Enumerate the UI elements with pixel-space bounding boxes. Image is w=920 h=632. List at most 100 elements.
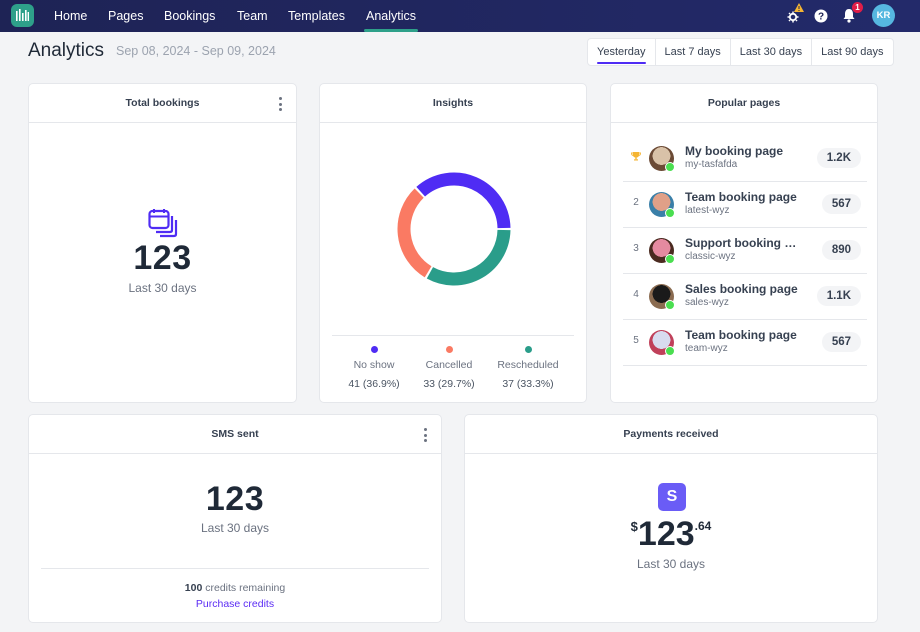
nav-analytics[interactable]: Analytics bbox=[364, 0, 419, 32]
legend-value: 33 (29.7%) bbox=[423, 378, 475, 390]
notifications-button[interactable]: 1 bbox=[842, 2, 863, 24]
legend-item-rescheduled: Rescheduled 37 (33.3%) bbox=[488, 346, 568, 390]
date-range: Sep 08, 2024 - Sep 09, 2024 bbox=[116, 44, 276, 58]
card-title: Payments received bbox=[623, 428, 719, 440]
card-title: Popular pages bbox=[707, 97, 781, 109]
currency-symbol: $ bbox=[630, 519, 638, 534]
page-slug: my-tasfafda bbox=[685, 159, 738, 170]
integrations-warning-button[interactable] bbox=[786, 3, 804, 24]
top-nav: Home Pages Bookings Team Templates Analy… bbox=[0, 0, 920, 32]
online-status-indicator bbox=[665, 208, 675, 218]
tab-last-90-days[interactable]: Last 90 days bbox=[812, 39, 892, 65]
card-header: Insights bbox=[320, 84, 586, 123]
legend-dot bbox=[524, 346, 532, 353]
legend-dot bbox=[445, 346, 453, 353]
card-title: SMS sent bbox=[211, 428, 259, 440]
user-avatar[interactable]: KR bbox=[872, 4, 895, 27]
rank-number: 5 bbox=[633, 335, 639, 346]
page-slug: sales-wyz bbox=[685, 297, 729, 308]
legend-value: 37 (33.3%) bbox=[502, 378, 554, 390]
total-bookings-value: 123 bbox=[133, 239, 192, 277]
page-view-count: 1.1K bbox=[816, 286, 861, 306]
page-slug: team-wyz bbox=[685, 343, 728, 354]
tab-last-30-days[interactable]: Last 30 days bbox=[731, 39, 813, 65]
online-status-indicator bbox=[665, 162, 675, 172]
amount-cents: .64 bbox=[694, 519, 712, 533]
online-status-indicator bbox=[665, 300, 675, 310]
help-button[interactable]: ? bbox=[814, 9, 830, 25]
page-name[interactable]: Support booking page bbox=[685, 236, 803, 250]
page-name[interactable]: My booking page bbox=[685, 144, 783, 158]
nav-home[interactable]: Home bbox=[54, 0, 87, 32]
card-title: Total bookings bbox=[125, 97, 200, 109]
more-options-button[interactable] bbox=[278, 97, 282, 111]
page-view-count: 567 bbox=[821, 332, 861, 352]
rank-number: 4 bbox=[633, 289, 639, 300]
date-range-tabs: Yesterday Last 7 days Last 30 days Last … bbox=[587, 38, 894, 66]
purchase-credits-link[interactable]: Purchase credits bbox=[29, 598, 441, 610]
credits-remaining: 100 credits remaining bbox=[29, 582, 441, 594]
page-name[interactable]: Team booking page bbox=[685, 328, 797, 342]
logo-icon bbox=[16, 9, 29, 21]
payments-received-card: Payments received S $123.64 Last 30 days bbox=[464, 414, 878, 623]
app-logo[interactable] bbox=[11, 4, 34, 27]
insights-card: Insights No show 41 (36.9%) Cancelled 33… bbox=[319, 83, 587, 403]
sms-sent-period: Last 30 days bbox=[200, 521, 270, 535]
popular-pages-card: Popular pages My booking page my-tasfafda… bbox=[610, 83, 878, 403]
donut-slice-cancelled bbox=[397, 188, 432, 278]
card-header: SMS sent bbox=[29, 415, 441, 454]
more-options-button[interactable] bbox=[423, 428, 427, 442]
credits-text: credits remaining bbox=[205, 582, 286, 594]
page-slug: latest-wyz bbox=[685, 205, 730, 216]
sms-sent-value: 123 bbox=[205, 480, 265, 518]
page-name[interactable]: Sales booking page bbox=[685, 282, 798, 296]
nav-bookings[interactable]: Bookings bbox=[164, 0, 215, 32]
popular-page-row[interactable]: 4 Sales booking page sales-wyz 1.1K bbox=[623, 274, 867, 320]
page-view-count: 1.2K bbox=[816, 148, 861, 168]
amount-whole: 123 bbox=[637, 515, 695, 553]
payments-period: Last 30 days bbox=[636, 557, 706, 571]
legend-dot bbox=[370, 346, 378, 353]
legend-item-no-show: No show 41 (36.9%) bbox=[334, 346, 414, 390]
page-name[interactable]: Team booking page bbox=[685, 190, 797, 204]
legend-label: Cancelled bbox=[425, 359, 473, 371]
card-header: Total bookings bbox=[29, 84, 296, 123]
credits-count: 100 bbox=[184, 582, 203, 594]
page-slug: classic-wyz bbox=[685, 251, 736, 262]
divider bbox=[332, 335, 574, 336]
insights-donut-chart bbox=[397, 172, 511, 286]
popular-page-row[interactable]: 3 Support booking page classic-wyz 890 bbox=[623, 228, 867, 274]
card-header: Popular pages bbox=[611, 84, 877, 123]
total-bookings-card: Total bookings 123 Last 30 days bbox=[28, 83, 297, 403]
rank-number: 3 bbox=[633, 243, 639, 254]
page-title: Analytics bbox=[28, 40, 105, 61]
warning-icon bbox=[794, 3, 804, 12]
calendar-stack-icon bbox=[148, 208, 178, 243]
trophy-icon bbox=[631, 151, 641, 164]
card-title: Insights bbox=[432, 97, 474, 109]
nav-pages[interactable]: Pages bbox=[108, 0, 143, 32]
donut-slice-no-show bbox=[416, 172, 511, 229]
svg-text:?: ? bbox=[818, 12, 824, 23]
online-status-indicator bbox=[665, 346, 675, 356]
popular-page-row[interactable]: My booking page my-tasfafda 1.2K bbox=[623, 136, 867, 182]
page-view-count: 890 bbox=[821, 240, 861, 260]
legend-item-cancelled: Cancelled 33 (29.7%) bbox=[409, 346, 489, 390]
tab-yesterday[interactable]: Yesterday bbox=[588, 39, 656, 65]
nav-templates[interactable]: Templates bbox=[288, 0, 345, 32]
popular-page-row[interactable]: 2 Team booking page latest-wyz 567 bbox=[623, 182, 867, 228]
legend-label: No show bbox=[353, 359, 395, 371]
help-icon: ? bbox=[814, 9, 828, 23]
stripe-icon: S bbox=[658, 483, 686, 511]
divider bbox=[41, 568, 429, 569]
rank-number: 2 bbox=[633, 197, 639, 208]
nav-team[interactable]: Team bbox=[237, 0, 268, 32]
online-status-indicator bbox=[665, 254, 675, 264]
legend-label: Rescheduled bbox=[497, 359, 559, 371]
page-view-count: 567 bbox=[821, 194, 861, 214]
popular-page-row[interactable]: 5 Team booking page team-wyz 567 bbox=[623, 320, 867, 366]
tab-last-7-days[interactable]: Last 7 days bbox=[656, 39, 731, 65]
notification-count-badge: 1 bbox=[852, 2, 863, 13]
payment-amount: $123.64 bbox=[465, 515, 877, 554]
sms-sent-card: SMS sent 123 Last 30 days 100 credits re… bbox=[28, 414, 442, 623]
